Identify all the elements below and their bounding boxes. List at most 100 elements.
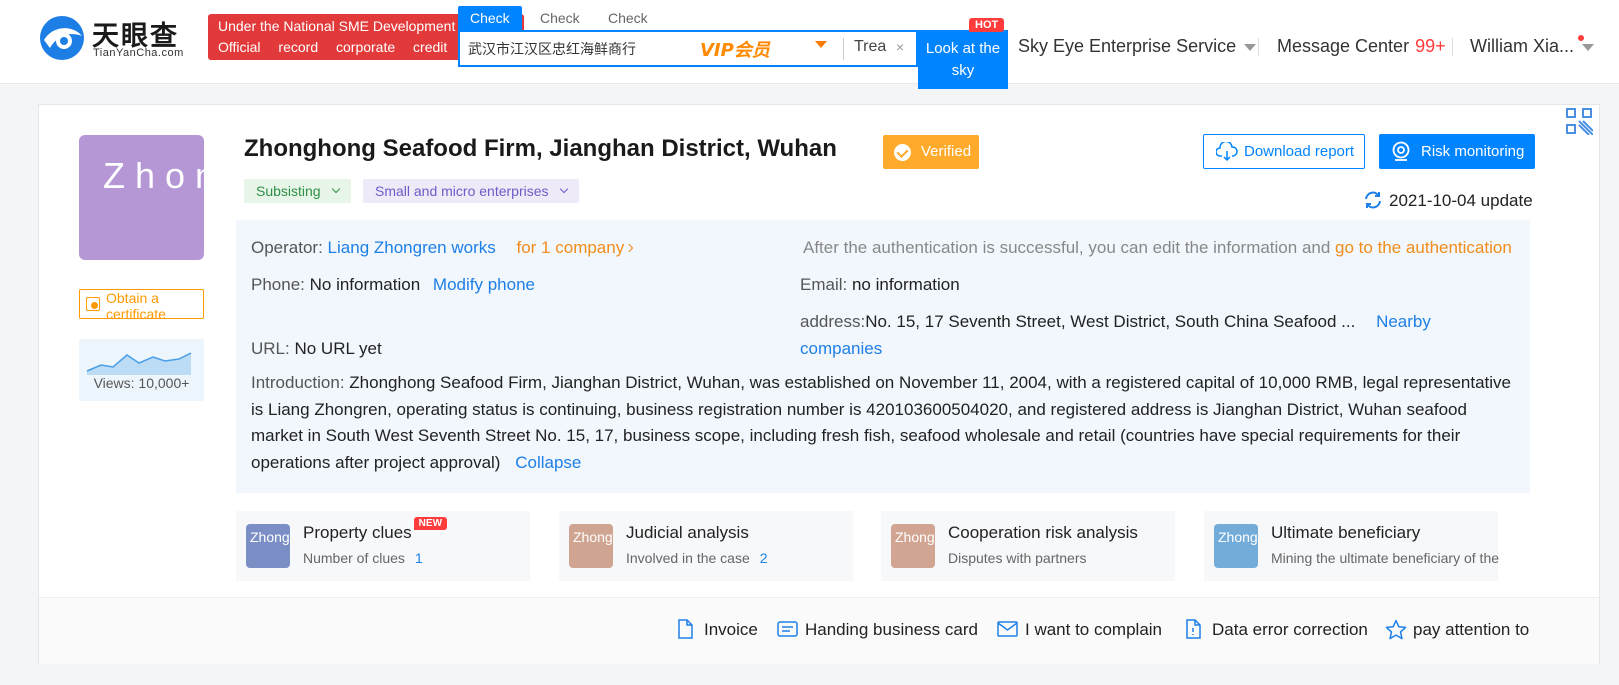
obtain-certificate-button[interactable]: Obtain a certificate <box>79 289 204 319</box>
divider <box>1258 38 1259 56</box>
banner-line-1: Under the National SME Development Fund <box>218 18 492 34</box>
search-hint-text: Trea <box>854 38 887 55</box>
divider <box>843 38 844 60</box>
clear-icon[interactable]: × <box>896 39 904 55</box>
invoice-action[interactable]: Invoice <box>676 619 758 640</box>
divider <box>1452 38 1453 56</box>
introduction: Introduction: Zhonghong Seafood Firm, Ji… <box>251 370 1521 476</box>
auth-note: After the authentication is successful, … <box>803 238 1331 257</box>
nearby-companies-link[interactable]: companies <box>800 339 882 358</box>
search-tab-boss[interactable]: Check <box>540 6 580 30</box>
top-header: 天眼查 TianYanCha.com Under the National SM… <box>0 0 1619 89</box>
address-value: No. 15, 17 Seventh Street, West District… <box>865 312 1356 331</box>
url-label: URL: <box>251 339 290 358</box>
mail-icon <box>997 621 1018 637</box>
feature-subtitle: Disputes with partners <box>948 550 1087 566</box>
feature-subtitle: Involved in the case 2 <box>626 550 856 566</box>
complain-label: I want to complain <box>1025 620 1163 639</box>
search-button[interactable]: Look at the sky <box>918 30 1008 89</box>
error-correction-label: Data error correction <box>1212 620 1368 639</box>
url-row: URL: No URL yet <box>251 339 382 359</box>
chevron-down-icon[interactable] <box>815 41 827 48</box>
verified-badge[interactable]: Verified <box>883 135 979 169</box>
auth-link[interactable]: go to the authentication <box>1335 238 1512 257</box>
company-logo-thumb: Zhong Seafood <box>569 524 613 568</box>
views-trend-icon <box>86 352 192 375</box>
feature-judicial-analysis[interactable]: Zhong Seafood Judicial analysis Involved… <box>559 511 853 581</box>
intro-text: Zhonghong Seafood Firm, Jianghan Distric… <box>251 373 1511 472</box>
scale-tag[interactable]: Small and micro enterprises <box>363 179 579 203</box>
cloud-download-icon <box>1216 142 1238 162</box>
email-label: Email: <box>800 275 848 294</box>
feature-ultimate-beneficiary[interactable]: Zhong Seafood Ultimate beneficiary Minin… <box>1204 511 1501 581</box>
monitor-eye-icon <box>1392 141 1410 161</box>
company-card: Zhong Seafood Obtain a certificate Views… <box>38 104 1600 664</box>
check-icon <box>894 144 911 161</box>
collapse-link[interactable]: Collapse <box>515 453 581 472</box>
follow-action[interactable]: pay attention to <box>1385 619 1530 640</box>
status-tag[interactable]: Subsisting <box>244 179 351 203</box>
user-name: William Xia... <box>1470 36 1575 56</box>
risk-monitoring-label: Risk monitoring <box>1421 143 1525 160</box>
feature-subtitle: Number of clues 1 <box>303 550 533 566</box>
download-report-button[interactable]: Download report <box>1203 134 1365 169</box>
card-icon <box>777 621 798 637</box>
feature-cooperation-risk[interactable]: Zhong Seafood Cooperation risk analysis … <box>881 511 1175 581</box>
nav-enterprise-service[interactable]: Sky Eye Enterprise Service <box>1018 36 1257 57</box>
error-correction-action[interactable]: Data error correction <box>1184 619 1368 640</box>
feature-property-clues[interactable]: Zhong Seafood Property cluesNEW Number o… <box>236 511 530 581</box>
search-input[interactable] <box>468 38 683 60</box>
operator-link[interactable]: Liang Zhongren works <box>328 238 496 257</box>
card-footer-actions: Invoice Handing business card I want to … <box>39 597 1599 664</box>
nav-message-center[interactable]: Message Center 99+ <box>1277 36 1446 57</box>
notification-dot <box>1578 35 1584 41</box>
intro-label: Introduction: <box>251 373 345 392</box>
operator-companies-link[interactable]: for 1 company <box>517 238 625 257</box>
follow-label: pay attention to <box>1413 620 1530 639</box>
chevron-right-icon <box>624 243 634 252</box>
feature-title: Judicial analysis <box>626 523 749 542</box>
message-count-badge: 99+ <box>1415 36 1446 56</box>
feature-count: 1 <box>414 550 423 566</box>
modify-phone-link[interactable]: Modify phone <box>433 275 535 294</box>
site-logo[interactable]: 天眼查 TianYanCha.com <box>38 14 198 62</box>
email-row: Email: no information <box>800 275 960 295</box>
verified-label: Verified <box>921 143 972 160</box>
vip-dropdown[interactable]: VIP会员 <box>700 36 770 62</box>
chevron-down-icon <box>1582 43 1595 51</box>
company-avatar: Zhong Seafood <box>79 135 204 260</box>
nav-message-label: Message Center <box>1277 36 1410 56</box>
star-icon <box>1385 619 1407 640</box>
operator-label: Operator: <box>251 238 323 257</box>
feature-count: 2 <box>759 550 768 566</box>
feature-title: Ultimate beneficiary <box>1271 523 1421 542</box>
document-icon <box>678 619 693 639</box>
operator-row: Operator: Liang Zhongren works for 1 com… <box>251 238 634 258</box>
nearby-link[interactable]: Nearby <box>1376 312 1431 331</box>
new-badge: NEW <box>413 517 448 530</box>
feature-subtitle: Mining the ultimate beneficiary of the c… <box>1271 550 1501 566</box>
search-tab-relation[interactable]: Check <box>608 6 648 30</box>
company-logo-thumb: Zhong Seafood <box>246 524 290 568</box>
business-card-action[interactable]: Handing business card <box>777 620 978 640</box>
phone-row: Phone: No information Modify phone <box>251 275 535 295</box>
nav-user-menu[interactable]: William Xia... <box>1470 36 1595 57</box>
search-tab-company[interactable]: Check <box>458 6 522 30</box>
risk-monitoring-button[interactable]: Risk monitoring <box>1379 134 1535 169</box>
phone-label: Phone: <box>251 275 305 294</box>
address-row: address:No. 15, 17 Seventh Street, West … <box>800 312 1431 332</box>
company-info-panel: Operator: Liang Zhongren works for 1 com… <box>236 220 1530 493</box>
complain-action[interactable]: I want to complain <box>997 620 1162 640</box>
refresh-icon <box>1365 191 1381 209</box>
feature-title: Cooperation risk analysis <box>948 523 1138 542</box>
qr-code-icon[interactable] <box>1565 107 1593 135</box>
email-value: no information <box>851 275 960 294</box>
update-date: 2021-10-04 update <box>1389 191 1533 210</box>
invoice-label: Invoice <box>704 620 758 639</box>
nav-enterprise-label: Sky Eye Enterprise Service <box>1018 36 1237 56</box>
certificate-icon <box>86 297 100 311</box>
feature-title: Property clues NEW <box>303 517 448 543</box>
update-info: 2021-10-04 update <box>1365 191 1533 211</box>
banner-line-2: Official record corporate credit <box>218 39 448 55</box>
obtain-certificate-label: Obtain a certificate <box>106 290 166 319</box>
